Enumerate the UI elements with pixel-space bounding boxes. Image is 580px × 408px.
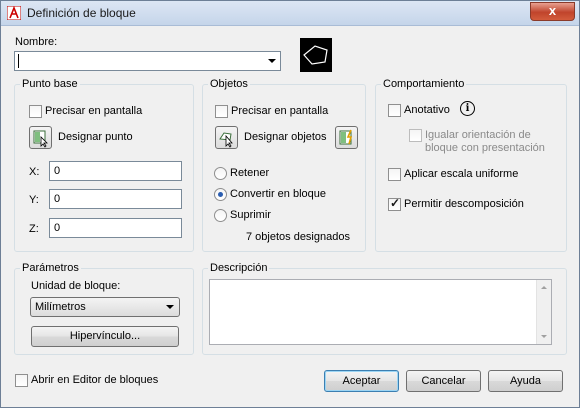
x-input[interactable]: 0: [49, 161, 182, 181]
open-in-editor-checkbox[interactable]: [15, 374, 28, 387]
autocad-app-icon: [7, 6, 21, 20]
pick-point-label: Designar punto: [58, 131, 133, 143]
text-cursor: [18, 54, 19, 68]
match-orientation-label: Igualar orientación de bloque con presen…: [425, 129, 545, 154]
convert-radio[interactable]: [214, 188, 227, 201]
quick-select-button[interactable]: [335, 126, 358, 149]
info-icon[interactable]: i: [460, 101, 475, 116]
y-input[interactable]: 0: [49, 189, 182, 209]
window-title: Definición de bloque: [27, 6, 136, 20]
description-textarea[interactable]: [209, 279, 552, 345]
base-specify-label: Precisar en pantalla: [45, 105, 143, 117]
name-label: Nombre:: [15, 36, 58, 48]
cancel-button[interactable]: Cancelar: [406, 370, 481, 392]
select-objects-label: Designar objetos: [244, 131, 327, 143]
x-value: 0: [54, 165, 61, 177]
hyperlink-button[interactable]: Hipervínculo...: [31, 326, 179, 347]
select-objects-icon: [219, 132, 233, 148]
convert-label: Convertir en bloque: [230, 188, 327, 200]
objects-specify-label: Precisar en pantalla: [231, 105, 329, 117]
objects-count-text: 7 objetos designados: [246, 231, 350, 243]
close-button[interactable]: x: [530, 2, 575, 21]
z-value: 0: [54, 222, 61, 234]
allow-exploding-checkbox[interactable]: [388, 196, 401, 211]
block-unit-value: Milímetros: [35, 301, 86, 313]
z-label: Z:: [29, 223, 39, 235]
retain-label: Retener: [230, 167, 270, 179]
annotative-checkbox[interactable]: [388, 104, 401, 117]
retain-radio[interactable]: [214, 167, 227, 180]
chevron-down-icon: [166, 305, 174, 309]
x-label: X:: [29, 166, 40, 178]
block-preview: [300, 38, 332, 72]
scroll-up-icon[interactable]: [541, 286, 547, 289]
description-scrollbar[interactable]: [536, 280, 551, 344]
objects-title: Objetos: [208, 78, 250, 90]
block-definition-dialog: Definición de bloque x Nombre: Punto bas…: [0, 0, 580, 408]
match-orientation-checkbox[interactable]: [409, 129, 422, 142]
block-unit-select[interactable]: Milímetros: [30, 297, 180, 317]
scale-uniformly-label: Aplicar escala uniforme: [404, 168, 519, 180]
delete-label: Suprimir: [230, 209, 271, 221]
select-objects-button[interactable]: [215, 126, 238, 149]
close-icon: x: [548, 3, 557, 18]
objects-specify-checkbox[interactable]: [215, 105, 228, 118]
name-combobox[interactable]: [14, 51, 281, 71]
help-button[interactable]: Ayuda: [488, 370, 563, 392]
annotative-label: Anotativo: [404, 104, 450, 116]
title-bar: Definición de bloque x: [1, 1, 579, 26]
pick-point-button[interactable]: [29, 126, 52, 149]
y-value: 0: [54, 193, 61, 205]
behavior-title: Comportamiento: [381, 78, 467, 90]
delete-radio[interactable]: [214, 209, 227, 222]
base-point-title: Punto base: [20, 78, 80, 90]
chevron-down-icon[interactable]: [268, 59, 276, 63]
pick-point-icon: [33, 130, 48, 148]
scroll-down-icon[interactable]: [541, 335, 547, 338]
quick-select-icon: [339, 129, 353, 145]
allow-exploding-label: Permitir descomposición: [404, 198, 524, 210]
open-in-editor-label: Abrir en Editor de bloques: [31, 374, 159, 386]
block-preview-shape: [303, 45, 328, 65]
ok-button[interactable]: Aceptar: [324, 370, 399, 392]
z-input[interactable]: 0: [49, 218, 182, 238]
description-title: Descripción: [208, 262, 270, 274]
scale-uniformly-checkbox[interactable]: [388, 168, 401, 181]
y-label: Y:: [29, 194, 39, 206]
block-unit-label: Unidad de bloque:: [31, 280, 121, 292]
base-specify-checkbox[interactable]: [29, 105, 42, 118]
settings-title: Parámetros: [20, 262, 81, 274]
